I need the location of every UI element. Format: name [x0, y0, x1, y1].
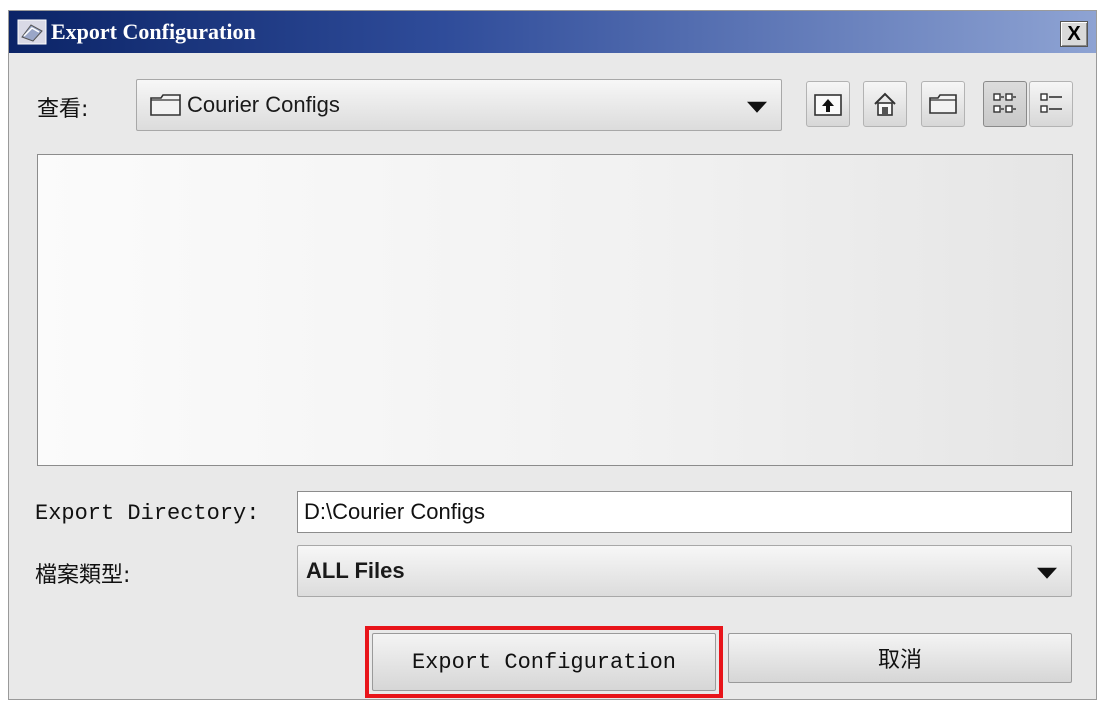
close-button[interactable]: X: [1060, 21, 1088, 47]
title-bar[interactable]: Export Configuration X: [9, 11, 1096, 53]
file-type-dropdown[interactable]: ALL Files: [297, 545, 1072, 597]
file-list[interactable]: [37, 154, 1073, 466]
look-in-value: Courier Configs: [187, 92, 340, 117]
file-type-label: 檔案類型:: [35, 563, 131, 588]
look-in-label: 查看:: [37, 97, 89, 122]
new-folder-icon: [929, 94, 957, 114]
export-directory-field[interactable]: D:\Courier Configs: [297, 491, 1072, 533]
cancel-button-label: 取消: [877, 648, 922, 673]
details-view-button[interactable]: [1029, 81, 1073, 127]
up-one-level-button[interactable]: [806, 81, 850, 127]
window-title: Export Configuration: [51, 19, 256, 44]
new-folder-button[interactable]: [921, 81, 965, 127]
export-directory-value: D:\Courier Configs: [304, 499, 485, 524]
chevron-down-icon: [747, 101, 767, 113]
export-directory-label: Export Directory:: [35, 501, 260, 526]
list-view-button[interactable]: [983, 81, 1027, 127]
close-icon: X: [1067, 23, 1081, 45]
home-button[interactable]: [863, 81, 907, 127]
folder-icon: [150, 94, 181, 116]
up-one-level-icon: [814, 94, 842, 116]
chevron-down-icon: [1037, 567, 1057, 579]
look-in-dropdown[interactable]: Courier Configs: [136, 79, 782, 131]
cancel-button[interactable]: 取消: [728, 633, 1072, 683]
details-view-icon: [1040, 93, 1062, 113]
export-dialog: Export Configuration X 查看: Courier Confi…: [8, 10, 1097, 700]
app-icon: [17, 19, 47, 45]
highlight-box: [365, 626, 723, 698]
file-type-value: ALL Files: [306, 558, 405, 583]
home-icon: [874, 92, 896, 116]
list-view-icon: [993, 93, 1016, 113]
